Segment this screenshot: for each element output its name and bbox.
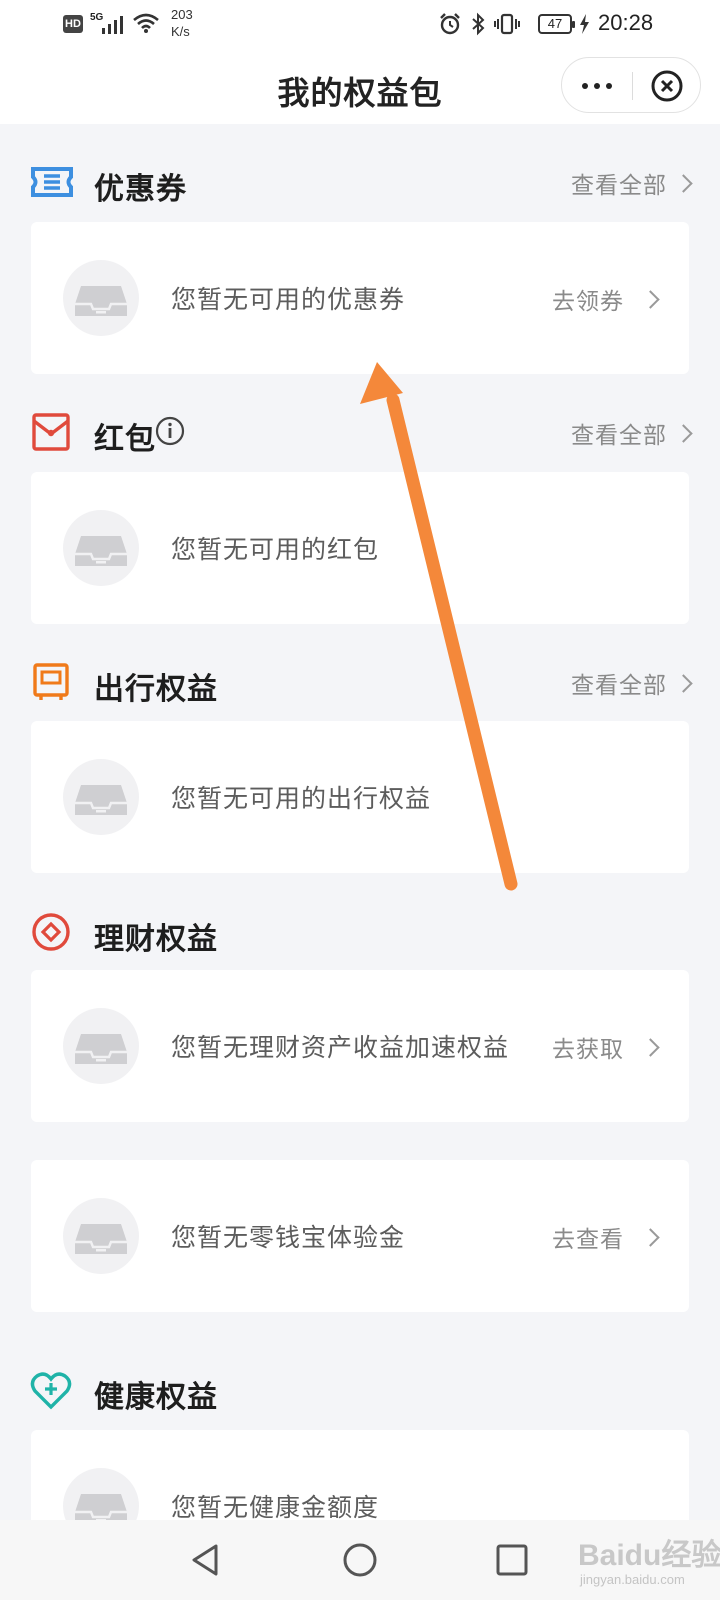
empty-tray-icon — [63, 510, 139, 586]
get-coupon-label: 去领券 — [552, 289, 624, 315]
travel-empty-text: 您暂无可用的出行权益 — [171, 784, 432, 813]
luggage-icon — [33, 663, 69, 700]
chevron-right-icon — [641, 289, 660, 309]
chevron-right-icon — [674, 173, 693, 193]
watermark-brand: Baidu经验 — [578, 1539, 720, 1572]
finance-section-header: 理财权益 — [30, 908, 690, 958]
wifi-icon — [133, 13, 159, 33]
view-label: 去查看 — [552, 1227, 624, 1253]
chevron-right-icon — [641, 1227, 660, 1247]
travel-empty-card: 您暂无可用的出行权益 — [31, 721, 689, 873]
get-coupon-link[interactable]: 去领券 — [552, 282, 660, 316]
empty-tray-icon — [63, 260, 139, 336]
coupon-empty-card[interactable]: 您暂无可用的优惠券 去领券 — [31, 222, 689, 374]
redpacket-empty-card: 您暂无可用的红包 — [31, 472, 689, 624]
info-icon[interactable] — [155, 416, 185, 446]
finance-trial-empty-text: 您暂无零钱宝体验金 — [171, 1223, 406, 1252]
watermark-url: jingyan.baidu.com — [580, 1572, 685, 1587]
health-empty-text: 您暂无健康金额度 — [171, 1493, 380, 1522]
clock: 20:28 — [598, 10, 654, 35]
redpacket-section-header: 红包 查看全部 — [30, 408, 693, 458]
network-speed: 203 K/s — [171, 6, 193, 40]
travel-section-header: 出行权益 查看全部 — [30, 658, 693, 708]
chevron-right-icon — [674, 673, 693, 693]
coupon-view-all-label: 查看全部 — [571, 173, 667, 199]
travel-view-all-label: 查看全部 — [571, 673, 667, 699]
finance-title: 理财权益 — [94, 922, 218, 957]
coupon-section-header: 优惠券 查看全部 — [30, 158, 693, 208]
view-link[interactable]: 去查看 — [552, 1220, 660, 1254]
battery-indicator: 47 — [538, 14, 575, 34]
obtain-label: 去获取 — [552, 1037, 624, 1063]
status-bar: HD 5G 203 K/s 47 20:28 — [0, 0, 720, 50]
coupon-empty-text: 您暂无可用的优惠券 — [171, 285, 406, 314]
redpacket-empty-text: 您暂无可用的红包 — [171, 535, 380, 564]
more-button[interactable] — [562, 58, 632, 114]
bluetooth-icon — [472, 12, 485, 36]
health-title: 健康权益 — [94, 1380, 218, 1415]
travel-title: 出行权益 — [94, 672, 218, 707]
speed-value: 203 — [171, 7, 193, 22]
obtain-link[interactable]: 去获取 — [552, 1030, 660, 1064]
charging-icon — [580, 14, 589, 34]
alarm-icon — [440, 13, 460, 35]
health-section-header: 健康权益 — [30, 1366, 690, 1416]
empty-tray-icon — [63, 1198, 139, 1274]
travel-view-all-link[interactable]: 查看全部 — [571, 666, 693, 700]
back-triangle-icon[interactable] — [184, 1538, 228, 1582]
finance-coin-icon — [32, 913, 70, 951]
speed-unit: K/s — [171, 24, 190, 39]
finance-boost-empty-text: 您暂无理财资产收益加速权益 — [171, 1033, 510, 1062]
health-heart-icon — [30, 1372, 72, 1410]
recents-square-icon[interactable] — [490, 1538, 534, 1582]
chevron-right-icon — [641, 1037, 660, 1057]
coupon-view-all-link[interactable]: 查看全部 — [571, 166, 693, 200]
home-circle-icon[interactable] — [338, 1538, 382, 1582]
title-bar: 我的权益包 — [0, 50, 720, 124]
close-button[interactable] — [633, 58, 701, 114]
more-icon — [579, 83, 615, 89]
mini-program-capsule — [561, 57, 701, 113]
empty-tray-icon — [63, 759, 139, 835]
hd-indicator: HD — [63, 15, 83, 33]
redpacket-view-all-link[interactable]: 查看全部 — [571, 416, 693, 450]
red-envelope-icon — [32, 413, 70, 451]
chevron-right-icon — [674, 423, 693, 443]
coupon-title: 优惠券 — [94, 172, 187, 207]
vibrate-icon — [494, 13, 520, 35]
redpacket-title: 红包 — [94, 422, 156, 457]
empty-tray-icon — [63, 1008, 139, 1084]
signal-icon — [102, 16, 123, 34]
ticket-icon — [31, 167, 73, 197]
redpacket-view-all-label: 查看全部 — [571, 423, 667, 449]
finance-trial-card[interactable]: 您暂无零钱宝体验金 去查看 — [31, 1160, 689, 1312]
close-icon — [651, 70, 683, 102]
finance-boost-card[interactable]: 您暂无理财资产收益加速权益 去获取 — [31, 970, 689, 1122]
